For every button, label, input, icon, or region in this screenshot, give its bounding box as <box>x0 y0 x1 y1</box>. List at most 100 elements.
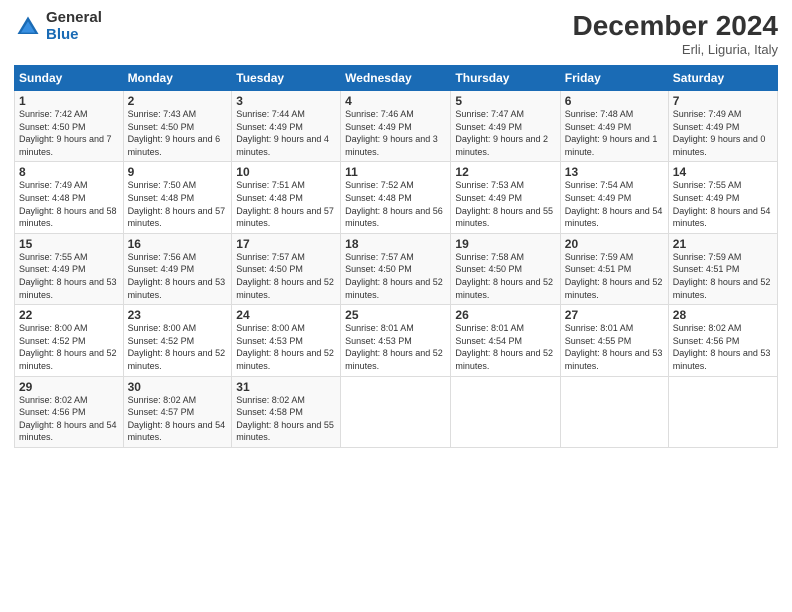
day-number: 16 <box>128 237 228 251</box>
day-info: Sunrise: 7:54 AMSunset: 4:49 PMDaylight:… <box>565 180 663 228</box>
day-number: 4 <box>345 94 446 108</box>
table-row: 26 Sunrise: 8:01 AMSunset: 4:54 PMDaylig… <box>451 305 560 376</box>
table-row: 9 Sunrise: 7:50 AMSunset: 4:48 PMDayligh… <box>123 162 232 233</box>
day-number: 1 <box>19 94 119 108</box>
day-number: 30 <box>128 380 228 394</box>
day-number: 5 <box>455 94 555 108</box>
day-number: 2 <box>128 94 228 108</box>
day-number: 7 <box>673 94 773 108</box>
calendar-table: Sunday Monday Tuesday Wednesday Thursday… <box>14 65 778 448</box>
table-row: 21 Sunrise: 7:59 AMSunset: 4:51 PMDaylig… <box>668 233 777 304</box>
day-number: 21 <box>673 237 773 251</box>
day-info: Sunrise: 7:55 AMSunset: 4:49 PMDaylight:… <box>19 252 117 300</box>
table-row: 6 Sunrise: 7:48 AMSunset: 4:49 PMDayligh… <box>560 91 668 162</box>
day-number: 13 <box>565 165 664 179</box>
title-block: December 2024 Erli, Liguria, Italy <box>573 10 778 57</box>
day-info: Sunrise: 7:47 AMSunset: 4:49 PMDaylight:… <box>455 109 548 157</box>
day-info: Sunrise: 8:01 AMSunset: 4:53 PMDaylight:… <box>345 323 443 371</box>
day-number: 20 <box>565 237 664 251</box>
calendar-week-row: 8 Sunrise: 7:49 AMSunset: 4:48 PMDayligh… <box>15 162 778 233</box>
logo-icon <box>14 13 42 41</box>
day-number: 11 <box>345 165 446 179</box>
day-info: Sunrise: 7:50 AMSunset: 4:48 PMDaylight:… <box>128 180 226 228</box>
header-saturday: Saturday <box>668 66 777 91</box>
day-info: Sunrise: 7:59 AMSunset: 4:51 PMDaylight:… <box>565 252 663 300</box>
day-info: Sunrise: 7:48 AMSunset: 4:49 PMDaylight:… <box>565 109 658 157</box>
table-row: 23 Sunrise: 8:00 AMSunset: 4:52 PMDaylig… <box>123 305 232 376</box>
table-row: 28 Sunrise: 8:02 AMSunset: 4:56 PMDaylig… <box>668 305 777 376</box>
table-row: 12 Sunrise: 7:53 AMSunset: 4:49 PMDaylig… <box>451 162 560 233</box>
day-info: Sunrise: 7:58 AMSunset: 4:50 PMDaylight:… <box>455 252 553 300</box>
day-number: 9 <box>128 165 228 179</box>
day-number: 6 <box>565 94 664 108</box>
calendar-week-row: 22 Sunrise: 8:00 AMSunset: 4:52 PMDaylig… <box>15 305 778 376</box>
day-number: 28 <box>673 308 773 322</box>
day-info: Sunrise: 7:49 AMSunset: 4:48 PMDaylight:… <box>19 180 117 228</box>
header: General Blue December 2024 Erli, Liguria… <box>14 10 778 57</box>
day-info: Sunrise: 7:49 AMSunset: 4:49 PMDaylight:… <box>673 109 766 157</box>
day-number: 25 <box>345 308 446 322</box>
table-row: 17 Sunrise: 7:57 AMSunset: 4:50 PMDaylig… <box>232 233 341 304</box>
table-row: 10 Sunrise: 7:51 AMSunset: 4:48 PMDaylig… <box>232 162 341 233</box>
day-info: Sunrise: 7:55 AMSunset: 4:49 PMDaylight:… <box>673 180 771 228</box>
header-monday: Monday <box>123 66 232 91</box>
day-info: Sunrise: 8:02 AMSunset: 4:56 PMDaylight:… <box>673 323 771 371</box>
day-info: Sunrise: 7:51 AMSunset: 4:48 PMDaylight:… <box>236 180 334 228</box>
day-info: Sunrise: 7:56 AMSunset: 4:49 PMDaylight:… <box>128 252 226 300</box>
table-row: 25 Sunrise: 8:01 AMSunset: 4:53 PMDaylig… <box>341 305 451 376</box>
day-number: 12 <box>455 165 555 179</box>
table-row: 5 Sunrise: 7:47 AMSunset: 4:49 PMDayligh… <box>451 91 560 162</box>
day-number: 15 <box>19 237 119 251</box>
calendar-container: General Blue December 2024 Erli, Liguria… <box>0 0 792 458</box>
day-number: 29 <box>19 380 119 394</box>
header-wednesday: Wednesday <box>341 66 451 91</box>
day-info: Sunrise: 8:01 AMSunset: 4:54 PMDaylight:… <box>455 323 553 371</box>
day-number: 26 <box>455 308 555 322</box>
table-row <box>560 376 668 447</box>
table-row <box>341 376 451 447</box>
table-row: 3 Sunrise: 7:44 AMSunset: 4:49 PMDayligh… <box>232 91 341 162</box>
table-row: 1 Sunrise: 7:42 AMSunset: 4:50 PMDayligh… <box>15 91 124 162</box>
day-info: Sunrise: 8:02 AMSunset: 4:58 PMDaylight:… <box>236 395 334 443</box>
table-row: 20 Sunrise: 7:59 AMSunset: 4:51 PMDaylig… <box>560 233 668 304</box>
table-row <box>668 376 777 447</box>
day-number: 18 <box>345 237 446 251</box>
table-row: 31 Sunrise: 8:02 AMSunset: 4:58 PMDaylig… <box>232 376 341 447</box>
logo: General Blue <box>14 10 102 43</box>
day-info: Sunrise: 7:59 AMSunset: 4:51 PMDaylight:… <box>673 252 771 300</box>
day-number: 23 <box>128 308 228 322</box>
day-number: 3 <box>236 94 336 108</box>
month-title: December 2024 <box>573 10 778 42</box>
day-info: Sunrise: 8:02 AMSunset: 4:57 PMDaylight:… <box>128 395 226 443</box>
table-row: 11 Sunrise: 7:52 AMSunset: 4:48 PMDaylig… <box>341 162 451 233</box>
table-row: 7 Sunrise: 7:49 AMSunset: 4:49 PMDayligh… <box>668 91 777 162</box>
table-row: 24 Sunrise: 8:00 AMSunset: 4:53 PMDaylig… <box>232 305 341 376</box>
day-number: 8 <box>19 165 119 179</box>
table-row: 19 Sunrise: 7:58 AMSunset: 4:50 PMDaylig… <box>451 233 560 304</box>
day-info: Sunrise: 8:00 AMSunset: 4:53 PMDaylight:… <box>236 323 334 371</box>
day-info: Sunrise: 7:43 AMSunset: 4:50 PMDaylight:… <box>128 109 221 157</box>
day-number: 19 <box>455 237 555 251</box>
day-info: Sunrise: 8:02 AMSunset: 4:56 PMDaylight:… <box>19 395 117 443</box>
day-info: Sunrise: 7:53 AMSunset: 4:49 PMDaylight:… <box>455 180 553 228</box>
table-row: 2 Sunrise: 7:43 AMSunset: 4:50 PMDayligh… <box>123 91 232 162</box>
header-thursday: Thursday <box>451 66 560 91</box>
table-row: 18 Sunrise: 7:57 AMSunset: 4:50 PMDaylig… <box>341 233 451 304</box>
table-row <box>451 376 560 447</box>
table-row: 14 Sunrise: 7:55 AMSunset: 4:49 PMDaylig… <box>668 162 777 233</box>
table-row: 27 Sunrise: 8:01 AMSunset: 4:55 PMDaylig… <box>560 305 668 376</box>
day-number: 14 <box>673 165 773 179</box>
table-row: 29 Sunrise: 8:02 AMSunset: 4:56 PMDaylig… <box>15 376 124 447</box>
calendar-week-row: 1 Sunrise: 7:42 AMSunset: 4:50 PMDayligh… <box>15 91 778 162</box>
day-info: Sunrise: 7:42 AMSunset: 4:50 PMDaylight:… <box>19 109 112 157</box>
table-row: 22 Sunrise: 8:00 AMSunset: 4:52 PMDaylig… <box>15 305 124 376</box>
table-row: 15 Sunrise: 7:55 AMSunset: 4:49 PMDaylig… <box>15 233 124 304</box>
day-info: Sunrise: 8:01 AMSunset: 4:55 PMDaylight:… <box>565 323 663 371</box>
day-number: 31 <box>236 380 336 394</box>
day-number: 22 <box>19 308 119 322</box>
day-info: Sunrise: 7:46 AMSunset: 4:49 PMDaylight:… <box>345 109 438 157</box>
day-number: 10 <box>236 165 336 179</box>
day-number: 17 <box>236 237 336 251</box>
logo-general: General <box>46 10 102 27</box>
table-row: 16 Sunrise: 7:56 AMSunset: 4:49 PMDaylig… <box>123 233 232 304</box>
